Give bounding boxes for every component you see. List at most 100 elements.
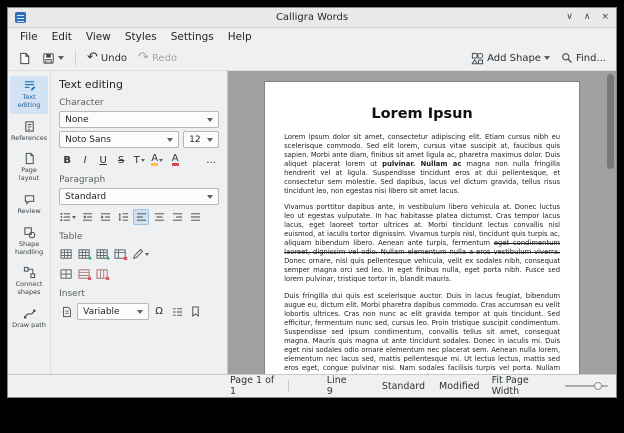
- window-controls: ∨ ∧ ×: [566, 8, 609, 27]
- toolbar-separator: [75, 50, 76, 66]
- font-color-button[interactable]: A: [167, 152, 183, 168]
- increase-indent-button[interactable]: [97, 209, 113, 225]
- table-row-2: [59, 266, 219, 282]
- split-cells-button[interactable]: [59, 266, 75, 282]
- document-page[interactable]: Lorem Ipsun Lorem ipsum dolor sit amet, …: [264, 81, 580, 374]
- tab-shape-handling[interactable]: Shape handling: [10, 223, 48, 261]
- save-button[interactable]: [39, 50, 67, 67]
- insert-row-button[interactable]: [77, 246, 93, 262]
- docker-tabstrip: Text editing References Page layout Revi…: [8, 71, 50, 374]
- tab-connect-shapes[interactable]: Connect shapes: [10, 263, 48, 301]
- line-spacing-button[interactable]: [115, 209, 131, 225]
- menubar: File Edit View Styles Settings Help: [8, 28, 616, 46]
- paragraph: Vivamus porttitor dapibus ante, in vesti…: [284, 203, 560, 284]
- insert-note-button[interactable]: [59, 304, 75, 320]
- list-style-button[interactable]: [59, 209, 77, 225]
- underline-button[interactable]: U: [95, 152, 111, 168]
- shape-handling-icon: [23, 226, 36, 239]
- bold-button[interactable]: B: [59, 152, 75, 168]
- align-justify-button[interactable]: [187, 209, 203, 225]
- redo-button[interactable]: ↷ Redo: [135, 50, 180, 66]
- chevron-down-icon: [145, 253, 149, 256]
- minimize-button[interactable]: ∨: [566, 8, 573, 27]
- table-of-contents-button[interactable]: [169, 304, 185, 320]
- redo-icon: ↷: [138, 52, 149, 64]
- insert-column-button[interactable]: [95, 246, 111, 262]
- superscript-subscript-button[interactable]: T: [131, 152, 147, 168]
- modified-indicator: Modified: [439, 381, 480, 392]
- text-run: Donec ornare, nisl quis pellentesque veh…: [284, 257, 560, 283]
- variable-select[interactable]: Variable: [77, 303, 149, 320]
- statusbar-separator: [288, 380, 289, 392]
- save-dropdown-icon[interactable]: [58, 56, 64, 60]
- insert-table-button[interactable]: [59, 246, 75, 262]
- font-size-select[interactable]: 12: [183, 131, 219, 148]
- zoom-slider-handle[interactable]: [594, 382, 602, 390]
- italic-button[interactable]: I: [77, 152, 93, 168]
- chevron-down-icon: [207, 118, 213, 122]
- highlight-color-button[interactable]: A: [149, 152, 165, 168]
- add-shape-chevron-icon: [544, 56, 550, 60]
- connect-shapes-icon: [23, 266, 36, 279]
- strikethrough-button[interactable]: S: [113, 152, 129, 168]
- docker-title: Text editing: [59, 78, 219, 91]
- chevron-down-icon: [141, 159, 145, 162]
- font-family-value: Noto Sans: [65, 135, 111, 145]
- redo-label: Redo: [152, 53, 177, 64]
- menu-edit[interactable]: Edit: [45, 30, 79, 44]
- new-document-button[interactable]: [15, 50, 34, 67]
- delete-column-button[interactable]: [95, 266, 111, 282]
- paragraph: Duis fringilla dui quis est scelerisque …: [284, 292, 560, 375]
- bookmark-button[interactable]: [187, 304, 203, 320]
- add-shape-button[interactable]: Add Shape: [468, 50, 553, 67]
- tab-text-editing[interactable]: Text editing: [10, 76, 48, 114]
- line-indicator: Line 9: [327, 375, 354, 397]
- zoom-slider[interactable]: [565, 380, 608, 392]
- text-editing-docker: Text editing Character None Noto Sans 12…: [50, 71, 228, 374]
- undo-button[interactable]: ↶ Undo: [84, 50, 130, 66]
- zoom-mode-select[interactable]: Fit Page Width: [492, 375, 555, 397]
- document-canvas[interactable]: Lorem Ipsun Lorem ipsum dolor sit amet, …: [228, 71, 616, 374]
- align-center-button[interactable]: [151, 209, 167, 225]
- tab-references[interactable]: References: [10, 117, 48, 147]
- menu-styles[interactable]: Styles: [118, 30, 164, 44]
- close-button[interactable]: ×: [601, 8, 609, 27]
- paragraph-style-select[interactable]: Standard: [59, 188, 219, 205]
- table-border-pen-button[interactable]: [131, 246, 150, 262]
- new-document-icon: [18, 52, 31, 65]
- style-indicator[interactable]: Standard: [382, 381, 425, 392]
- undo-icon: ↶: [87, 52, 98, 64]
- vertical-scrollbar[interactable]: [607, 74, 614, 169]
- draw-path-icon: [23, 307, 36, 320]
- insert-row: Variable Ω: [59, 303, 219, 320]
- menu-view[interactable]: View: [79, 30, 118, 44]
- find-button[interactable]: Find...: [558, 50, 609, 66]
- save-icon: [42, 52, 55, 65]
- highlight-icon: A: [151, 154, 158, 166]
- add-shape-label: Add Shape: [487, 53, 541, 64]
- more-character-options-button[interactable]: …: [203, 152, 219, 168]
- merge-cells-button[interactable]: [113, 246, 129, 262]
- font-size-value: 12: [189, 135, 200, 145]
- special-character-button[interactable]: Ω: [151, 304, 167, 320]
- decrease-indent-button[interactable]: [79, 209, 95, 225]
- tab-label: References: [11, 135, 47, 143]
- tab-label: Text editing: [11, 94, 47, 110]
- align-left-button[interactable]: [133, 209, 149, 225]
- font-family-select[interactable]: Noto Sans: [59, 131, 179, 148]
- references-icon: [23, 120, 36, 133]
- menu-file[interactable]: File: [13, 30, 45, 44]
- tab-page-layout[interactable]: Page layout: [10, 149, 48, 187]
- maximize-button[interactable]: ∧: [584, 8, 591, 27]
- align-right-button[interactable]: [169, 209, 185, 225]
- character-style-select[interactable]: None: [59, 111, 219, 128]
- menu-help[interactable]: Help: [221, 30, 259, 44]
- character-format-row: B I U S T A A …: [59, 152, 219, 168]
- tab-review[interactable]: Review: [10, 190, 48, 220]
- paragraph-style-value: Standard: [65, 192, 106, 202]
- font-row: Noto Sans 12: [59, 131, 219, 148]
- tab-draw-path[interactable]: Draw path: [10, 304, 48, 334]
- main-area: Text editing References Page layout Revi…: [8, 71, 616, 374]
- delete-row-button[interactable]: [77, 266, 93, 282]
- menu-settings[interactable]: Settings: [164, 30, 221, 44]
